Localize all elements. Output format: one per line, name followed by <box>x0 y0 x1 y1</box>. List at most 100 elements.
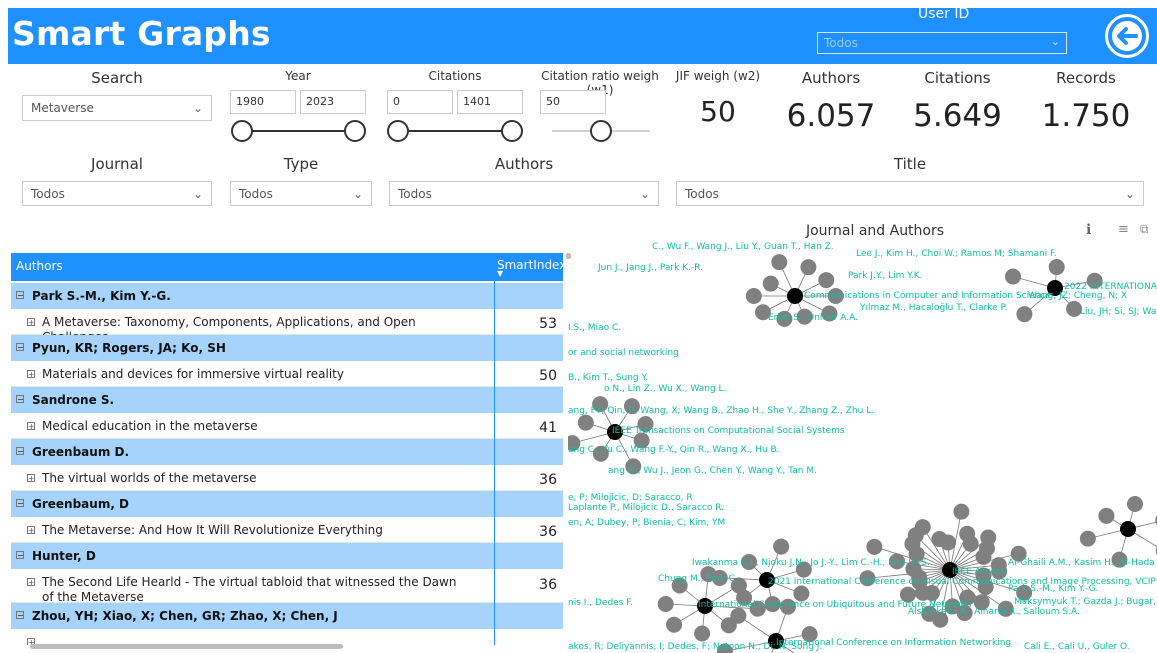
author-node[interactable] <box>1126 495 1143 512</box>
author-group-row[interactable]: − Pyun, KR; Rogers, JA; Ko, SH <box>11 335 563 361</box>
citations-max-input[interactable]: 1401 <box>457 90 523 114</box>
paper-row[interactable]: + The virtual worlds of the metaverse 36 <box>11 465 563 491</box>
author-group-row[interactable]: − Greenbaum, D <box>11 491 563 517</box>
author-node[interactable] <box>1048 259 1065 276</box>
jif-label: JIF weigh (w2) <box>675 69 761 83</box>
author-node[interactable] <box>962 535 979 552</box>
author-group-row[interactable]: − Park S.-M., Kim Y.-G. <box>11 283 563 309</box>
title-dropdown[interactable]: Todos ⌄ <box>676 181 1144 206</box>
citations-slider-min-handle[interactable] <box>387 120 409 142</box>
collapse-icon[interactable]: − <box>16 551 24 560</box>
user-id-dropdown[interactable]: Todos ⌄ <box>817 32 1067 54</box>
expand-icon[interactable]: + <box>27 318 35 327</box>
paper-row[interactable]: + Materials and devices for immersive vir… <box>11 361 563 387</box>
author-node[interactable] <box>657 595 674 612</box>
search-dropdown[interactable]: Metaverse ⌄ <box>22 95 212 121</box>
author-node[interactable] <box>694 625 711 642</box>
graph-node-label: Al-Ghaili A.M., Kasim H., Al-Hada N <box>1008 558 1157 568</box>
author-node[interactable] <box>866 538 883 555</box>
author-group-row[interactable]: − Zhou, YH; Xiao, X; Chen, GR; Zhao, X; C… <box>11 603 563 629</box>
author-node[interactable] <box>800 259 817 276</box>
citation-ratio-slider-handle[interactable] <box>590 120 612 142</box>
back-arrow-icon <box>1112 21 1142 51</box>
search-value: Metaverse <box>31 101 94 115</box>
expand-icon[interactable]: + <box>27 578 35 587</box>
citations-min-input[interactable]: 0 <box>387 90 453 114</box>
authors-card-label: Authors <box>801 69 861 87</box>
authors-dropdown[interactable]: Todos ⌄ <box>389 181 659 206</box>
back-button[interactable] <box>1105 14 1149 58</box>
journal-node[interactable] <box>1120 521 1136 537</box>
horizontal-scrollbar[interactable] <box>30 644 343 649</box>
graph-node-label: 2021 International Conference on Visual … <box>768 577 1157 587</box>
year-min-input[interactable]: 1980 <box>230 90 296 114</box>
graph-node-label: Iwakanma C.I., Njoku J.N., Jo J.-Y., Lim… <box>692 558 930 568</box>
author-node[interactable] <box>940 534 957 551</box>
expand-icon[interactable]: + <box>27 422 35 431</box>
author-node[interactable] <box>914 519 931 536</box>
expand-icon[interactable]: + <box>27 370 35 379</box>
type-dropdown[interactable]: Todos ⌄ <box>230 181 372 206</box>
chevron-down-icon: ⌄ <box>639 187 650 201</box>
collapse-icon[interactable]: − <box>16 499 24 508</box>
citations-slider-max-handle[interactable] <box>501 120 523 142</box>
year-slider-min-handle[interactable] <box>231 120 253 142</box>
collapse-icon[interactable]: − <box>16 611 24 620</box>
author-group-row[interactable]: − Greenbaum D. <box>11 439 563 465</box>
author-node[interactable] <box>577 414 594 431</box>
collapse-icon[interactable]: − <box>16 343 24 352</box>
collapse-icon[interactable]: − <box>16 447 24 456</box>
author-node[interactable] <box>1079 530 1096 547</box>
graph-node-label: Chung M., Park C. <box>658 574 738 584</box>
citation-ratio-input[interactable]: 50 <box>540 90 606 114</box>
paper-title: The virtual worlds of the metaverse <box>42 471 257 485</box>
column-header-smartindex[interactable]: SmartIndex <box>497 258 563 272</box>
paper-title: Medical education in the metaverse <box>42 419 258 433</box>
author-node[interactable] <box>771 254 788 271</box>
graph-node-label: Park J.Y., Lim Y.K. <box>848 271 923 281</box>
citations-card-label: Citations <box>924 69 991 87</box>
paper-row[interactable]: + The Second Life Hearld - The virtual ta… <box>11 569 563 604</box>
author-name: Sandrone S. <box>32 393 115 407</box>
author-node[interactable] <box>1004 268 1021 285</box>
graph-node-label: I.S., Miao C. <box>568 323 621 333</box>
author-group-row[interactable]: − Sandrone S. <box>11 387 563 413</box>
expand-icon[interactable]: + <box>27 526 35 535</box>
author-node[interactable] <box>730 607 747 624</box>
author-node[interactable] <box>818 272 835 289</box>
author-node[interactable] <box>745 288 762 304</box>
author-name: Pyun, KR; Rogers, JA; Ko, SH <box>32 341 226 355</box>
collapse-icon[interactable]: − <box>16 291 24 300</box>
journal-dropdown[interactable]: Todos ⌄ <box>22 181 212 206</box>
author-node[interactable] <box>1098 507 1115 524</box>
title-value: Todos <box>685 187 719 201</box>
paper-row[interactable]: + The Metaverse: And How It Will Revoluti… <box>11 517 563 543</box>
authors-filter-label: Authors <box>494 155 554 173</box>
collapse-icon[interactable]: − <box>16 395 24 404</box>
author-group-row[interactable]: − Hunter, D <box>11 543 563 569</box>
column-header-authors[interactable]: Authors <box>16 259 63 273</box>
records-card-label: Records <box>1056 69 1116 87</box>
author-node[interactable] <box>666 616 683 633</box>
journal-authors-network-graph[interactable]: C., Wu F., Wang J., Liu Y., Guan T., Han… <box>568 218 1157 653</box>
author-node[interactable] <box>762 275 779 292</box>
table-header: Authors SmartIndex ▼ <box>11 253 563 281</box>
smartindex-value: 36 <box>539 524 557 540</box>
journal-node[interactable] <box>787 288 803 304</box>
author-node[interactable] <box>1016 306 1033 323</box>
graph-node-label: Park S.-M., Kim Y.-G. <box>1008 584 1098 594</box>
records-card-value: 1.750 <box>1041 98 1131 134</box>
graph-node-label: Cali E., Cali U., Guler O. <box>1024 642 1130 652</box>
year-max-input[interactable]: 2023 <box>300 90 366 114</box>
year-slider-max-handle[interactable] <box>344 120 366 142</box>
citations-card-value: 5.649 <box>913 98 1002 134</box>
author-node[interactable] <box>773 538 790 555</box>
expand-icon[interactable]: + <box>27 474 35 483</box>
paper-row[interactable]: + <box>11 629 563 645</box>
author-name: Park S.-M., Kim Y.-G. <box>32 289 171 303</box>
user-id-label: User ID <box>918 6 970 22</box>
author-node[interactable] <box>953 503 970 520</box>
graph-node-label: Erkal S., Ünlüer A.A. <box>768 312 858 323</box>
paper-row[interactable]: + A Metaverse: Taxonomy, Components, Appl… <box>11 309 563 344</box>
paper-row[interactable]: + Medical education in the metaverse 41 <box>11 413 563 439</box>
